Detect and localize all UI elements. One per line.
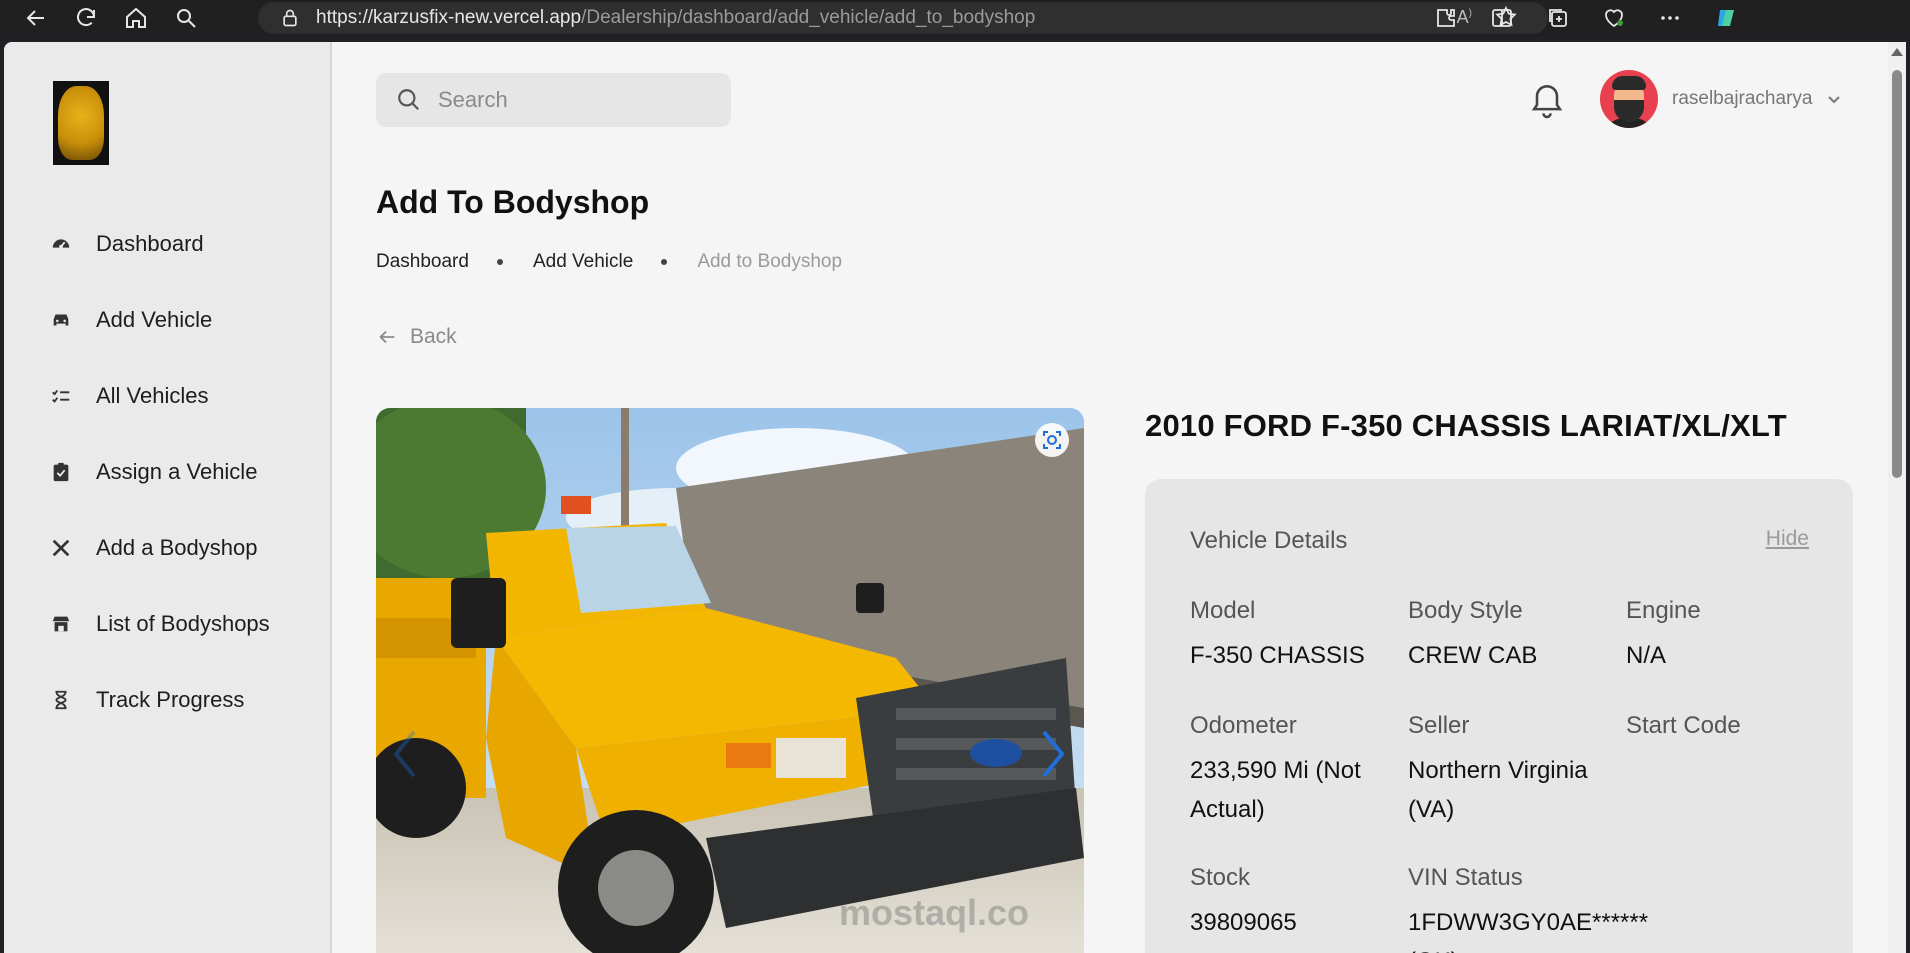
scrollbar-thumb[interactable] bbox=[1892, 70, 1902, 478]
field-model: Model F-350 CHASSIS bbox=[1190, 597, 1365, 669]
copilot-icon[interactable] bbox=[1712, 4, 1740, 32]
search-icon[interactable] bbox=[164, 0, 208, 36]
list-check-icon bbox=[48, 383, 74, 409]
extensions-icon[interactable] bbox=[1432, 4, 1460, 32]
back-label: Back bbox=[410, 325, 457, 348]
app-viewport: Dashboard Add Vehicle All Vehicles Assig… bbox=[4, 42, 1906, 953]
lock-icon bbox=[283, 9, 297, 27]
search-box[interactable] bbox=[376, 73, 731, 127]
sidebar-item-list-bodyshops[interactable]: List of Bodyshops bbox=[48, 586, 270, 662]
collections-icon[interactable] bbox=[1544, 4, 1572, 32]
vehicle-title: 2010 FORD F-350 CHASSIS LARIAT/XL/XLT bbox=[1145, 408, 1787, 443]
vehicle-details-card: Vehicle Details Hide Model F-350 CHASSIS… bbox=[1145, 479, 1853, 953]
breadcrumb-separator bbox=[661, 259, 668, 265]
more-menu-icon[interactable] bbox=[1656, 4, 1684, 32]
notification-bell-icon[interactable] bbox=[1529, 82, 1565, 122]
carousel-next-icon[interactable] bbox=[1034, 724, 1070, 784]
arrow-left-icon bbox=[379, 330, 395, 344]
chevron-down-icon[interactable] bbox=[1826, 91, 1842, 107]
main-content: raselbajracharya Add To Bodyshop Dashboa… bbox=[334, 42, 1906, 953]
sidebar-menu: Dashboard Add Vehicle All Vehicles Assig… bbox=[48, 206, 270, 738]
car-icon bbox=[48, 307, 74, 333]
user-menu[interactable]: raselbajracharya bbox=[1600, 70, 1842, 128]
search-input[interactable] bbox=[438, 87, 718, 113]
breadcrumb-separator bbox=[496, 259, 503, 265]
breadcrumb-dashboard[interactable]: Dashboard bbox=[376, 251, 469, 273]
vehicle-photo[interactable] bbox=[376, 408, 1084, 953]
url-text: https://karzusfix-new.vercel.app/Dealers… bbox=[316, 7, 1036, 28]
field-body-style: Body Style CREW CAB bbox=[1408, 597, 1538, 669]
clipboard-check-icon bbox=[48, 459, 74, 485]
gauge-icon bbox=[48, 231, 74, 257]
field-seller: Seller Northern Virginia (VA) bbox=[1408, 712, 1588, 823]
field-engine: Engine N/A bbox=[1626, 597, 1701, 669]
avatar[interactable] bbox=[1600, 70, 1658, 128]
hourglass-icon bbox=[48, 687, 74, 713]
vehicle-details-heading: Vehicle Details bbox=[1190, 527, 1348, 554]
carousel-prev-icon[interactable] bbox=[388, 724, 424, 784]
sidebar-item-add-vehicle[interactable]: Add Vehicle bbox=[48, 282, 270, 358]
username: raselbajracharya bbox=[1672, 88, 1813, 109]
field-odometer: Odometer 233,590 Mi (Not Actual) bbox=[1190, 712, 1361, 823]
watermark: mostaql.co bbox=[839, 892, 1030, 933]
page-title: Add To Bodyshop bbox=[376, 184, 650, 220]
fullscreen-icon[interactable] bbox=[1034, 422, 1070, 458]
split-screen-icon[interactable] bbox=[1488, 4, 1516, 32]
sidebar-item-all-vehicles[interactable]: All Vehicles bbox=[48, 358, 270, 434]
page-scrollbar[interactable] bbox=[1888, 42, 1906, 953]
brand-logo[interactable] bbox=[53, 81, 109, 165]
health-icon[interactable] bbox=[1600, 4, 1628, 32]
sidebar-item-assign-vehicle[interactable]: Assign a Vehicle bbox=[48, 434, 270, 510]
tools-icon bbox=[48, 535, 74, 561]
scroll-up-icon[interactable] bbox=[1891, 48, 1903, 56]
home-icon[interactable] bbox=[114, 0, 158, 36]
sidebar-item-add-bodyshop[interactable]: Add a Bodyshop bbox=[48, 510, 270, 586]
sidebar-item-track-progress[interactable]: Track Progress bbox=[48, 662, 270, 738]
back-link[interactable]: Back bbox=[376, 325, 457, 349]
hide-details-link[interactable]: Hide bbox=[1766, 527, 1809, 551]
breadcrumb-current: Add to Bodyshop bbox=[697, 251, 843, 272]
browser-toolbar: https://karzusfix-new.vercel.app/Dealers… bbox=[0, 0, 1910, 36]
breadcrumb-add-vehicle[interactable]: Add Vehicle bbox=[533, 251, 633, 273]
store-icon bbox=[48, 611, 74, 637]
field-stock: Stock 39809065 bbox=[1190, 864, 1297, 936]
field-vin-status: VIN Status 1FDWW3GY0AE****** (OK) bbox=[1408, 864, 1649, 953]
sidebar-item-dashboard[interactable]: Dashboard bbox=[48, 206, 270, 282]
address-bar[interactable]: https://karzusfix-new.vercel.app/Dealers… bbox=[258, 2, 1548, 34]
search-icon bbox=[398, 89, 419, 110]
back-arrow-icon[interactable] bbox=[14, 0, 58, 36]
sidebar: Dashboard Add Vehicle All Vehicles Assig… bbox=[4, 42, 332, 953]
field-start-code: Start Code bbox=[1626, 712, 1741, 739]
refresh-icon[interactable] bbox=[64, 0, 108, 36]
breadcrumb: Dashboard Add Vehicle Add to Bodyshop bbox=[376, 251, 842, 273]
